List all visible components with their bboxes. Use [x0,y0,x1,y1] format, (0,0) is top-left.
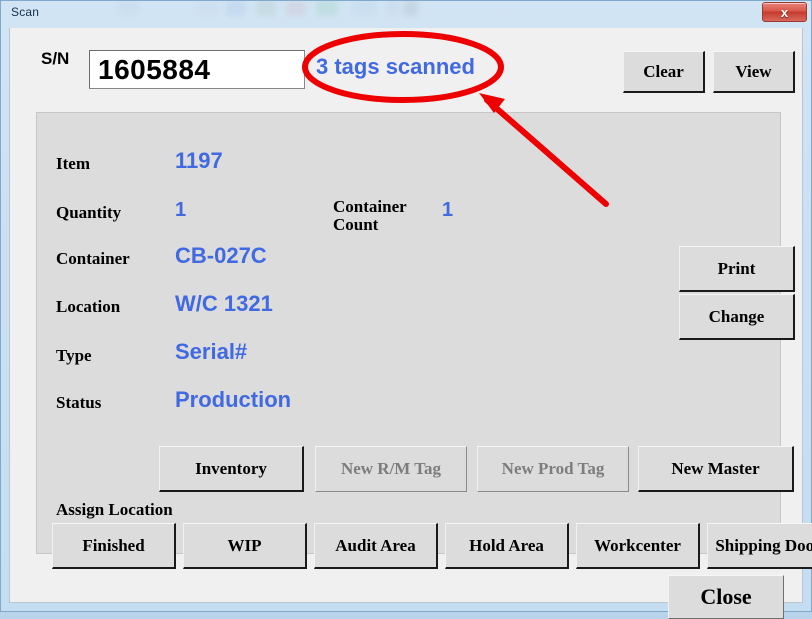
new-master-button[interactable]: New Master [638,446,794,492]
container-count-label-line1: Container [333,197,407,216]
quantity-label: Quantity [56,203,122,222]
status-label: Status [56,393,102,412]
dialog-client-area: S/N 1605884 3 tags scanned Clear View It… [9,28,812,619]
assign-finished-button[interactable]: Finished [52,523,176,569]
assign-wip-button[interactable]: WIP [183,523,307,569]
change-button[interactable]: Change [679,294,795,340]
container-count-label-line2: Count [333,215,379,234]
assign-hold-area-button[interactable]: Hold Area [445,523,569,569]
close-x-icon: x [780,4,789,20]
view-button[interactable]: View [713,51,795,93]
type-value: Serial# [175,339,248,364]
assign-audit-area-button[interactable]: Audit Area [314,523,438,569]
location-label: Location [56,297,121,316]
tags-scanned-status: 3 tags scanned [316,54,475,79]
window-close-button[interactable]: x [762,2,807,22]
clear-button[interactable]: Clear [623,51,705,93]
serial-number-input[interactable]: 1605884 [89,50,305,89]
scan-dialog-window: Scan x S/N 1605884 3 tags scanned Clear … [0,0,812,619]
container-count-value: 1 [442,199,454,221]
status-value: Production [175,387,292,412]
new-rm-tag-button: New R/M Tag [315,446,467,492]
item-value: 1197 [175,148,223,173]
quantity-value: 1 [175,199,187,221]
type-label: Type [56,346,92,365]
close-button[interactable]: Close [668,575,784,619]
window-title: Scan [11,5,40,19]
window-titlebar[interactable]: Scan x [1,1,811,27]
print-button[interactable]: Print [679,246,795,292]
details-panel: Item 1197 Quantity 1 Container Count 1 C… [36,112,812,569]
serial-number-label: S/N [41,49,70,68]
assign-location-label: Assign Location [56,500,173,519]
item-label: Item [56,154,90,173]
location-value: W/C 1321 [175,291,273,316]
inventory-button[interactable]: Inventory [159,446,304,492]
container-value: CB-027C [175,243,267,268]
assign-shipping-door-button[interactable]: Shipping Door [707,523,812,569]
new-prod-tag-button: New Prod Tag [477,446,629,492]
container-label: Container [56,249,130,268]
assign-workcenter-button[interactable]: Workcenter [576,523,700,569]
